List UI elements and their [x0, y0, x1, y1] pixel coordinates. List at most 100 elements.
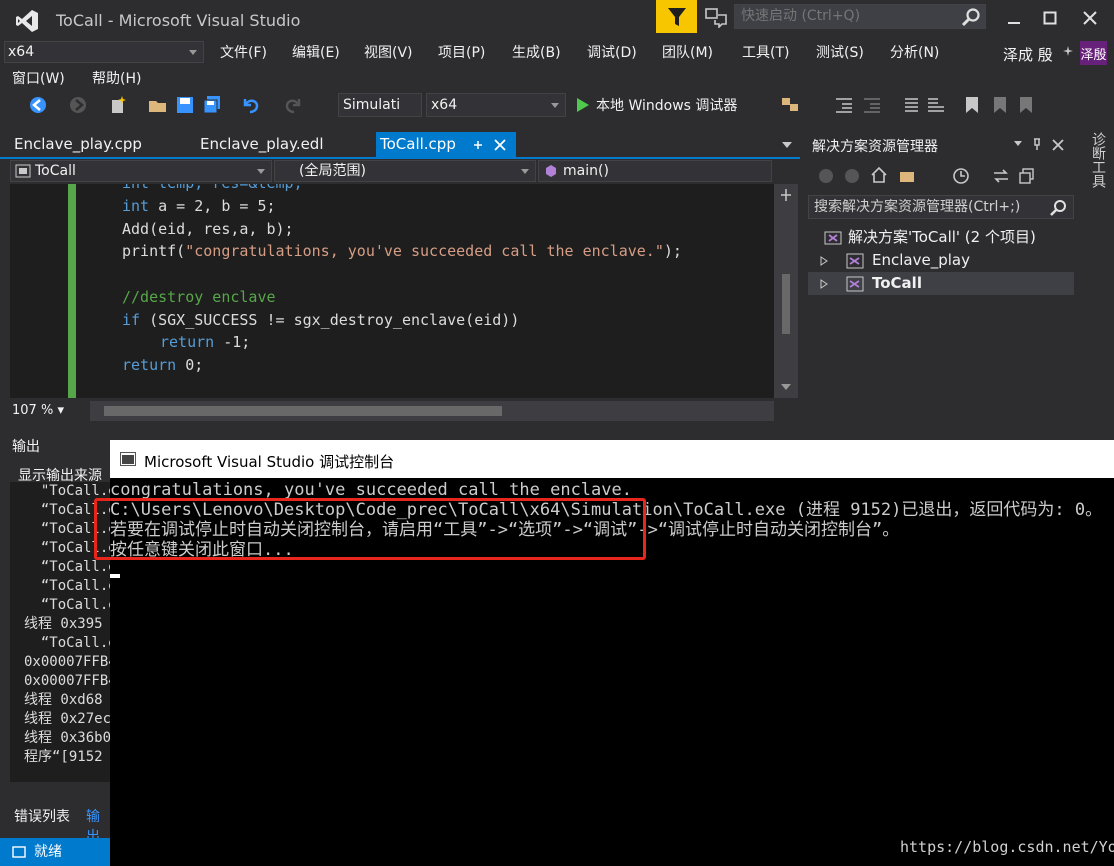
switch-views-icon[interactable] [898, 166, 918, 184]
next-bookmark-icon[interactable] [1016, 95, 1036, 115]
project-nav-combo[interactable]: ToCall [10, 160, 272, 182]
menu-project[interactable]: 项目(P) [438, 42, 485, 62]
previous-bookmark-icon[interactable] [990, 95, 1010, 115]
pending-changes-clock-icon[interactable] [952, 167, 970, 185]
zoom-level-combo[interactable]: 107 % ▾ [8, 400, 88, 422]
indent-icon[interactable] [862, 95, 882, 115]
vertical-scroll-thumb[interactable] [782, 274, 790, 334]
pin-icon[interactable] [472, 139, 484, 151]
search-icon[interactable] [1049, 199, 1067, 217]
minimize-button[interactable] [994, 4, 1034, 32]
menu-file[interactable]: 文件(F) [220, 42, 267, 62]
console-title-bar[interactable]: Microsoft Visual Studio 调试控制台 [110, 440, 1114, 478]
output-line: 0x00007FFB4 [24, 673, 110, 689]
close-button[interactable] [1070, 4, 1110, 32]
save-all-icon[interactable] [202, 95, 222, 115]
menu-edit[interactable]: 编辑(E) [292, 42, 340, 62]
tab-overflow-chevron-icon[interactable] [782, 142, 792, 148]
start-debugging-button[interactable]: 本地 Windows 调试器 [576, 95, 737, 115]
editor-horizontal-scrollbar[interactable] [90, 401, 774, 421]
home-icon[interactable] [870, 166, 888, 184]
chevron-down-icon[interactable] [1014, 141, 1022, 146]
diagnostic-tools-side-tab[interactable]: 诊断工具 [1084, 132, 1106, 188]
menu-team[interactable]: 团队(M) [662, 42, 713, 62]
find-in-files-icon[interactable] [780, 95, 800, 115]
output-line: “ToCall.ex [40, 597, 110, 613]
project-node-tocall[interactable]: ToCall [808, 272, 1074, 295]
feedback-icon[interactable] [704, 6, 728, 28]
platform-combo[interactable]: x64 [426, 93, 566, 117]
tab-enclave-play-cpp[interactable]: Enclave_play.cpp [10, 132, 142, 157]
horizontal-scroll-thumb[interactable] [104, 406, 502, 416]
menu-test[interactable]: 测试(S) [816, 42, 864, 62]
feedback-smile-icon[interactable] [1063, 46, 1073, 56]
maximize-button[interactable] [1030, 4, 1070, 32]
solution-explorer-search-input[interactable]: 搜索解决方案资源管理器(Ctrl+;) [808, 195, 1074, 219]
menu-analyze[interactable]: 分析(N) [890, 42, 939, 62]
platform-combo-value: x64 [431, 97, 458, 113]
scope-nav-combo[interactable]: (全局范围) [274, 160, 536, 182]
back-icon[interactable] [818, 168, 834, 184]
expand-arrow-icon[interactable] [820, 256, 828, 266]
menu-build[interactable]: 生成(B) [512, 42, 561, 62]
notifications-flag-button[interactable] [656, 0, 697, 33]
comment-lines-icon[interactable] [900, 95, 920, 115]
quick-launch-box[interactable] [734, 4, 986, 29]
user-account-name[interactable]: 泽成 殷 [1003, 44, 1053, 65]
uncomment-lines-icon[interactable] [926, 95, 946, 115]
debug-console-window[interactable]: Microsoft Visual Studio 调试控制台 congratula… [94, 440, 1114, 866]
funnel-icon [667, 7, 686, 26]
split-handle-icon[interactable] [779, 188, 793, 202]
project-nav-value: ToCall [35, 163, 76, 179]
configuration-value: Simulati [343, 97, 401, 113]
solution-node[interactable]: 解决方案'ToCall' (2 个项目) [808, 226, 1074, 249]
solution-configuration-combo[interactable]: Simulati [338, 93, 422, 117]
solution-label: 解决方案'ToCall' (2 个项目) [848, 228, 1036, 246]
solution-platform-combo[interactable]: x64 [4, 41, 204, 63]
menu-window[interactable]: 窗口(W) [12, 68, 65, 88]
open-file-icon[interactable] [148, 95, 168, 115]
pin-icon[interactable] [1032, 138, 1042, 150]
user-avatar[interactable]: 泽殷 [1080, 41, 1107, 65]
forward-icon[interactable] [844, 168, 860, 184]
code-line: int temp, res=&temp; [122, 184, 303, 195]
redo-icon[interactable] [284, 95, 304, 115]
menu-view[interactable]: 视图(V) [364, 42, 413, 62]
collapse-all-icon[interactable] [1018, 167, 1036, 185]
navigate-forward-icon[interactable] [68, 95, 88, 115]
project-node-enclave-play[interactable]: Enclave_play [808, 249, 1074, 272]
menu-help[interactable]: 帮助(H) [92, 68, 141, 88]
close-panel-icon[interactable] [1052, 139, 1064, 151]
code-editor[interactable]: int temp, res=&temp; int a = 2, b = 5; A… [10, 184, 774, 398]
menu-debug[interactable]: 调试(D) [587, 42, 637, 62]
output-line: 程序“[9152 [24, 749, 103, 765]
new-project-icon[interactable] [108, 95, 128, 115]
search-icon[interactable] [961, 7, 981, 27]
minimize-icon [1008, 22, 1020, 24]
undo-icon[interactable] [240, 95, 260, 115]
menu-tools[interactable]: 工具(T) [742, 42, 789, 62]
member-nav-combo[interactable]: main() [538, 160, 772, 182]
scroll-down-icon[interactable] [781, 384, 791, 390]
bookmark-icon[interactable] [962, 95, 982, 115]
quick-launch-input[interactable] [735, 5, 955, 27]
console-output-area[interactable]: congratulations, you've succeeded call t… [94, 478, 1114, 866]
solution-icon [824, 231, 842, 245]
maximize-icon [1043, 11, 1057, 25]
tab-tocall-cpp[interactable]: ToCall.cpp [376, 132, 516, 157]
close-tab-icon[interactable] [494, 139, 506, 151]
tab-enclave-play-edl[interactable]: Enclave_play.edl [196, 132, 324, 157]
navigate-back-icon[interactable] [28, 95, 48, 115]
save-icon[interactable] [175, 95, 195, 115]
close-icon [1083, 11, 1097, 25]
sync-icon[interactable] [992, 167, 1010, 185]
tab-error-list[interactable]: 错误列表 [14, 806, 70, 826]
editor-vertical-scrollbar[interactable] [774, 184, 798, 398]
status-bar: 就绪 [0, 838, 110, 866]
console-window-icon [120, 452, 136, 466]
outdent-icon[interactable] [834, 95, 854, 115]
visual-studio-logo-icon [16, 10, 38, 32]
window-title: ToCall - Microsoft Visual Studio [56, 11, 301, 30]
chevron-down-icon [257, 169, 265, 174]
expand-arrow-icon[interactable] [820, 279, 828, 289]
